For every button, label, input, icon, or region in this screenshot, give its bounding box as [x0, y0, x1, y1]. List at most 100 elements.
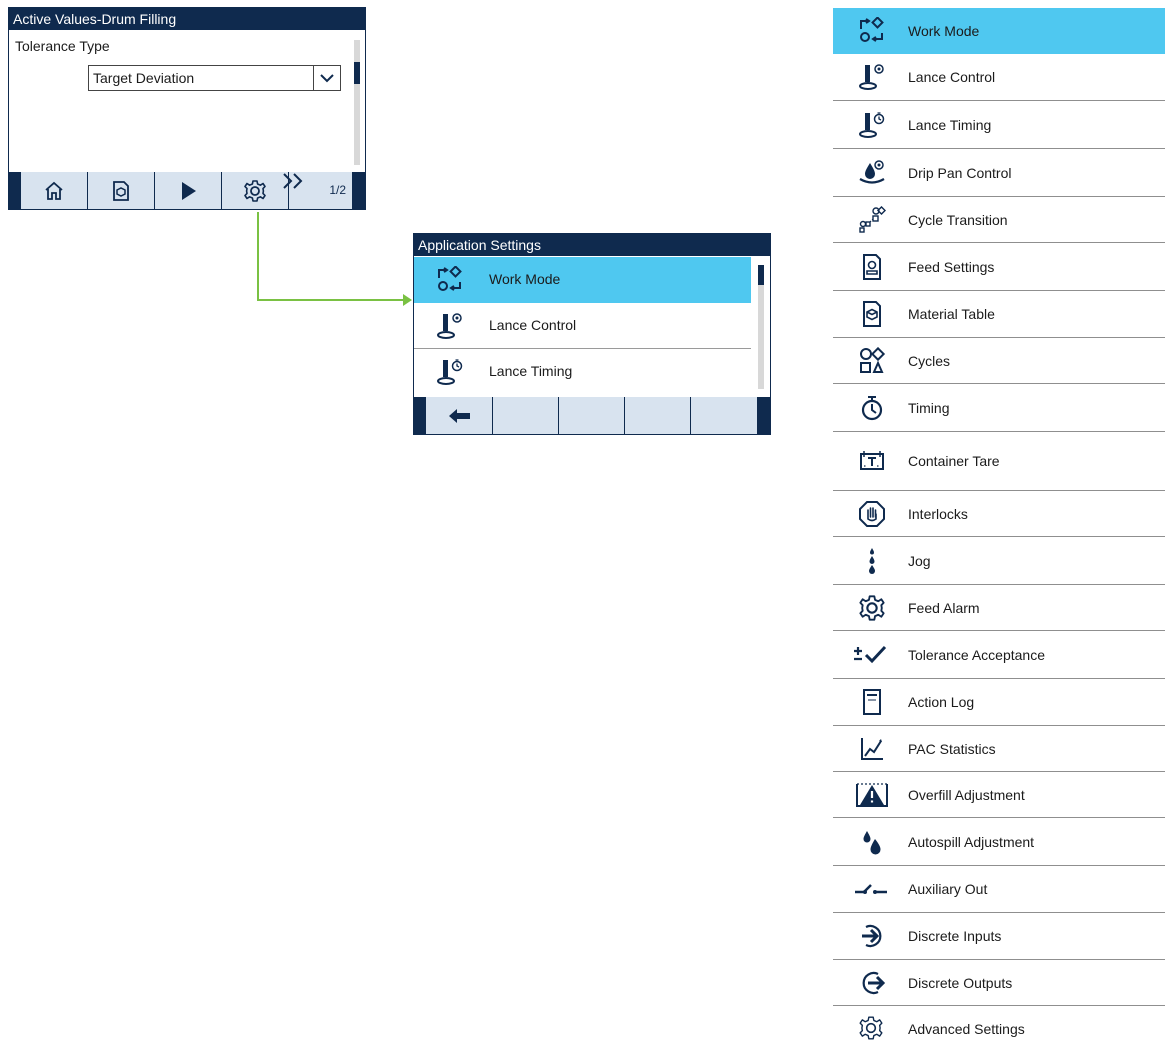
menu-item-label: Drip Pan Control [908, 164, 1012, 181]
list-item-label: Work Mode [489, 271, 561, 287]
interlock-hand-icon [858, 500, 886, 528]
menu-item-label: Tolerance Acceptance [908, 646, 1045, 663]
menu-item-auxiliary-out[interactable]: Auxiliary Out [833, 866, 1165, 913]
menu-item-label: Lance Control [908, 69, 996, 85]
menu-item-label: Feed Alarm [908, 599, 980, 616]
material-table-icon [858, 300, 886, 328]
menu-item-label: Material Table [908, 306, 995, 322]
menu-item-autospill-adjustment[interactable]: Autospill Adjustment [833, 818, 1165, 866]
menu-item-discrete-inputs[interactable]: Discrete Inputs [833, 913, 1165, 960]
list-item-label: Lance Timing [489, 363, 573, 379]
lance-timing-icon [436, 358, 464, 386]
jog-icon [858, 547, 886, 575]
lance-control-icon [858, 63, 886, 91]
tolerance-type-label: Tolerance Type [15, 38, 110, 54]
menu-item-tolerance-acceptance[interactable]: Tolerance Acceptance [833, 631, 1165, 679]
empty-softkey[interactable] [559, 397, 625, 434]
menu-item-label: Advanced Settings [908, 1021, 1025, 1037]
menu-item-lance-timing[interactable]: Lance Timing [833, 101, 1165, 149]
menu-item-cycles[interactable]: Cycles [833, 338, 1165, 384]
chevron-down-icon[interactable] [313, 66, 340, 90]
settings-softkey[interactable] [222, 172, 289, 209]
menu-item-material-table[interactable]: Material Table [833, 291, 1165, 338]
menu-item-label: Auxiliary Out [908, 881, 988, 897]
menu-item-discrete-outputs[interactable]: Discrete Outputs [833, 960, 1165, 1006]
list-item-label: Lance Control [489, 317, 577, 333]
overfill-warning-icon [855, 781, 889, 809]
active-values-panel: Active Values-Drum Filling Tolerance Typ… [8, 7, 366, 210]
home-softkey[interactable] [21, 172, 88, 209]
lance-timing-icon [858, 111, 886, 139]
next-page-softkey[interactable]: 1/2 [283, 172, 353, 209]
back-softkey[interactable] [426, 397, 493, 434]
menu-item-action-log[interactable]: Action Log [833, 679, 1165, 726]
menu-item-label: Discrete Outputs [908, 974, 1013, 991]
menu-item-work-mode[interactable]: Work Mode [833, 8, 1165, 54]
menu-item-label: Feed Settings [908, 258, 995, 275]
menu-item-label: Cycles [908, 352, 951, 369]
menu-item-label: PAC Statistics [908, 740, 996, 757]
tolerance-check-icon [851, 641, 891, 669]
menu-item-overfill-adjustment[interactable]: Overfill Adjustment [833, 772, 1165, 818]
menu-item-feed-alarm[interactable]: Feed Alarm [833, 585, 1165, 631]
softkey-bar: 1/2 [9, 172, 365, 209]
menu-item-label: Interlocks [908, 505, 968, 522]
scroll-thumb[interactable] [354, 62, 360, 84]
scrollbar[interactable] [354, 40, 360, 165]
lance-control-icon [436, 312, 464, 340]
softkey-bar [414, 397, 770, 434]
drops-icon [858, 828, 886, 856]
application-settings-menu: Work Mode Lance Control Lance Timing Dri… [833, 8, 1165, 1052]
drip-pan-icon [858, 159, 886, 187]
list-item-work-mode[interactable]: Work Mode [414, 257, 751, 303]
menu-item-pac-statistics[interactable]: PAC Statistics [833, 726, 1165, 772]
cycle-transition-icon [858, 205, 886, 234]
menu-item-timing[interactable]: Timing [833, 384, 1165, 432]
input-arrow-icon [858, 922, 886, 950]
gear-icon [858, 1015, 886, 1043]
menu-item-lance-control[interactable]: Lance Control [833, 54, 1165, 101]
menu-item-label: Autospill Adjustment [908, 833, 1035, 850]
page-indicator: 1/2 [329, 183, 346, 197]
menu-item-advanced-settings[interactable]: Advanced Settings [833, 1006, 1165, 1052]
list-item-lance-timing[interactable]: Lance Timing [414, 349, 751, 395]
menu-item-feed-settings[interactable]: Feed Settings [833, 243, 1165, 291]
output-arrow-icon [858, 969, 886, 997]
scroll-thumb[interactable] [758, 265, 764, 285]
menu-item-label: Action Log [908, 694, 975, 710]
menu-item-label: Discrete Inputs [908, 928, 1002, 944]
gear-icon [858, 594, 886, 622]
application-settings-panel: Application Settings Work Mode Lance Con… [413, 233, 771, 435]
menu-item-interlocks[interactable]: Interlocks [833, 491, 1165, 537]
statistics-icon [858, 735, 886, 763]
timer-icon [858, 394, 886, 422]
empty-softkey[interactable] [691, 397, 758, 434]
panel-title: Application Settings [414, 234, 770, 256]
feed-settings-icon [858, 253, 886, 281]
menu-item-jog[interactable]: Jog [833, 537, 1165, 585]
tolerance-type-dropdown[interactable]: Target Deviation [88, 65, 341, 91]
menu-item-label: Container Tare [908, 453, 1000, 469]
list-item-lance-control[interactable]: Lance Control [414, 303, 751, 349]
action-log-icon [858, 688, 886, 716]
work-mode-icon [436, 266, 464, 294]
menu-item-label: Jog [908, 552, 931, 569]
menu-item-cycle-transition[interactable]: Cycle Transition [833, 197, 1165, 243]
menu-item-label: Overfill Adjustment [908, 786, 1025, 803]
cycles-icon [858, 346, 886, 375]
empty-softkey[interactable] [493, 397, 559, 434]
empty-softkey[interactable] [625, 397, 691, 434]
scrollbar[interactable] [758, 265, 764, 389]
menu-item-label: Lance Timing [908, 116, 992, 133]
menu-item-drip-pan-control[interactable]: Drip Pan Control [833, 149, 1165, 197]
menu-item-label: Work Mode [908, 23, 980, 39]
menu-item-label: Timing [908, 399, 950, 416]
dropdown-value: Target Deviation [93, 70, 195, 86]
start-softkey[interactable] [155, 172, 222, 209]
panel-title: Active Values-Drum Filling [9, 8, 365, 30]
switch-icon [853, 875, 889, 903]
menu-item-label: Cycle Transition [908, 211, 1008, 228]
work-mode-icon [858, 17, 886, 45]
menu-item-container-tare[interactable]: Container Tare [833, 432, 1165, 491]
material-softkey[interactable] [88, 172, 155, 209]
